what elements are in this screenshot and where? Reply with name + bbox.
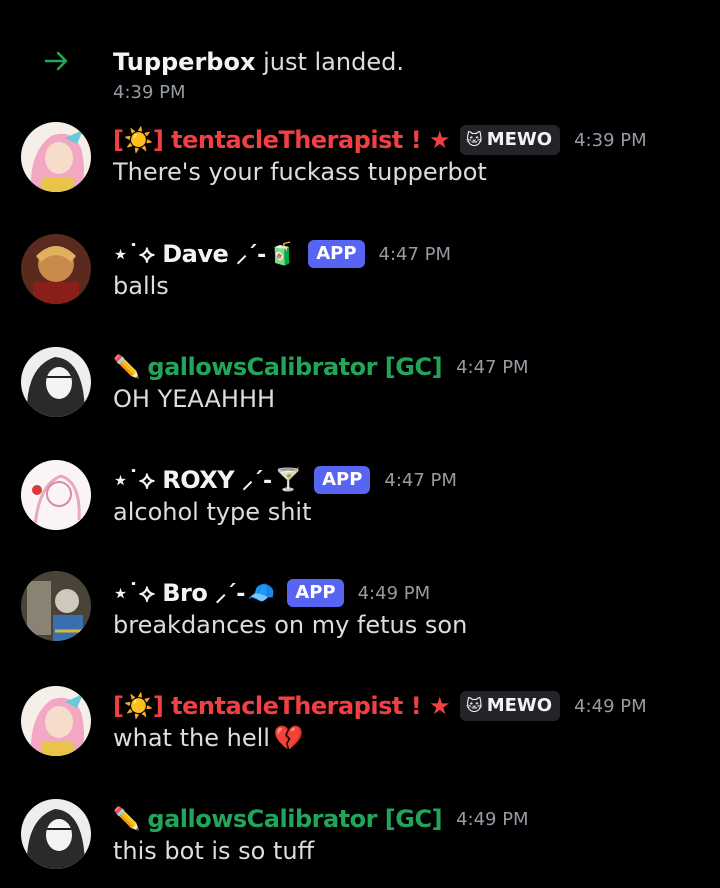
server-tag-badge[interactable]: 🐱 MEWO — [460, 125, 561, 155]
message-header: ⋆˙⟡ Dave ⸝ˊ- 🧃 APP 4:47 PM — [113, 236, 451, 272]
message-header: ⋆˙⟡ Bro ⸝ˊ- 🧢 APP 4:49 PM — [113, 575, 430, 611]
username[interactable]: ⋆˙⟡ Dave ⸝ˊ- — [113, 239, 266, 269]
join-arrow-icon — [44, 51, 68, 71]
broken-heart-icon: 💔 — [273, 724, 304, 752]
username[interactable]: gallowsCalibrator [GC] — [147, 805, 442, 833]
username[interactable]: ⋆˙⟡ ROXY ⸝ˊ- — [113, 465, 272, 495]
cat-face-icon: 🐱 — [466, 696, 483, 715]
timestamp[interactable]: 4:47 PM — [456, 357, 529, 378]
juice-box-icon: 🧃 — [268, 241, 297, 267]
message-item: ✏️ gallowsCalibrator [GC] 4:47 PM OH YEA… — [0, 345, 720, 437]
system-username[interactable]: Tupperbox — [113, 48, 255, 76]
avatar[interactable] — [21, 347, 91, 417]
timestamp[interactable]: 4:49 PM — [574, 696, 647, 717]
username[interactable]: ⋆˙⟡ Bro ⸝ˊ- — [113, 578, 245, 608]
system-join-suffix: just landed. — [255, 48, 404, 76]
app-badge: APP — [314, 466, 371, 494]
message-header: [☀️] tentacleTherapist ! ★ 🐱 MEWO 4:49 PM — [113, 688, 647, 724]
message-item: [☀️] tentacleTherapist ! ★ 🐱 MEWO 4:49 PM… — [0, 684, 720, 776]
timestamp[interactable]: 4:49 PM — [358, 583, 431, 604]
message-item: ✏️ gallowsCalibrator [GC] 4:49 PM this b… — [0, 797, 720, 888]
system-timestamp[interactable]: 4:39 PM — [113, 82, 186, 103]
cocktail-glass-icon: 🍸 — [274, 467, 303, 493]
pencil-icon: ✏️ — [113, 806, 141, 832]
username[interactable]: [☀️] tentacleTherapist ! ★ — [113, 692, 451, 720]
cap-icon: 🧢 — [247, 580, 276, 606]
message-content: what the hell 💔 — [113, 724, 304, 752]
app-badge: APP — [287, 579, 344, 607]
message-item: ⋆˙⟡ Bro ⸝ˊ- 🧢 APP 4:49 PM breakdances on… — [0, 571, 720, 663]
chat-log: Tupperbox just landed. 4:39 PM [☀️] tent… — [0, 0, 720, 888]
username[interactable]: gallowsCalibrator [GC] — [147, 353, 442, 381]
message-header: [☀️] tentacleTherapist ! ★ 🐱 MEWO 4:39 PM — [113, 122, 647, 158]
timestamp[interactable]: 4:49 PM — [456, 809, 529, 830]
system-join-message: Tupperbox just landed. 4:39 PM — [0, 20, 720, 103]
message-header: ✏️ gallowsCalibrator [GC] 4:47 PM — [113, 349, 529, 385]
username[interactable]: [☀️] tentacleTherapist ! ★ — [113, 126, 451, 154]
timestamp[interactable]: 4:39 PM — [574, 130, 647, 151]
message-content: There's your fuckass tupperbot — [113, 158, 487, 186]
system-join-text: Tupperbox just landed. — [113, 48, 404, 76]
pencil-icon: ✏️ — [113, 354, 141, 380]
avatar[interactable] — [21, 122, 91, 192]
avatar[interactable] — [21, 234, 91, 304]
avatar[interactable] — [21, 686, 91, 756]
avatar[interactable] — [21, 571, 91, 641]
message-content: alcohol type shit — [113, 498, 312, 526]
timestamp[interactable]: 4:47 PM — [379, 244, 452, 265]
message-item: ⋆˙⟡ ROXY ⸝ˊ- 🍸 APP 4:47 PM alcohol type … — [0, 458, 720, 550]
avatar[interactable] — [21, 799, 91, 869]
avatar[interactable] — [21, 460, 91, 530]
timestamp[interactable]: 4:47 PM — [384, 470, 457, 491]
cat-face-icon: 🐱 — [466, 130, 483, 149]
app-badge: APP — [308, 240, 365, 268]
server-tag-badge[interactable]: 🐱 MEWO — [460, 691, 561, 721]
message-header: ✏️ gallowsCalibrator [GC] 4:49 PM — [113, 801, 529, 837]
message-content: balls — [113, 272, 169, 300]
message-content: OH YEAAHHH — [113, 385, 276, 413]
message-content: this bot is so tuff — [113, 837, 315, 865]
message-header: ⋆˙⟡ ROXY ⸝ˊ- 🍸 APP 4:47 PM — [113, 462, 457, 498]
message-item: [☀️] tentacleTherapist ! ★ 🐱 MEWO 4:39 PM… — [0, 118, 720, 210]
message-item: ⋆˙⟡ Dave ⸝ˊ- 🧃 APP 4:47 PM balls — [0, 232, 720, 324]
message-content: breakdances on my fetus son — [113, 611, 468, 639]
